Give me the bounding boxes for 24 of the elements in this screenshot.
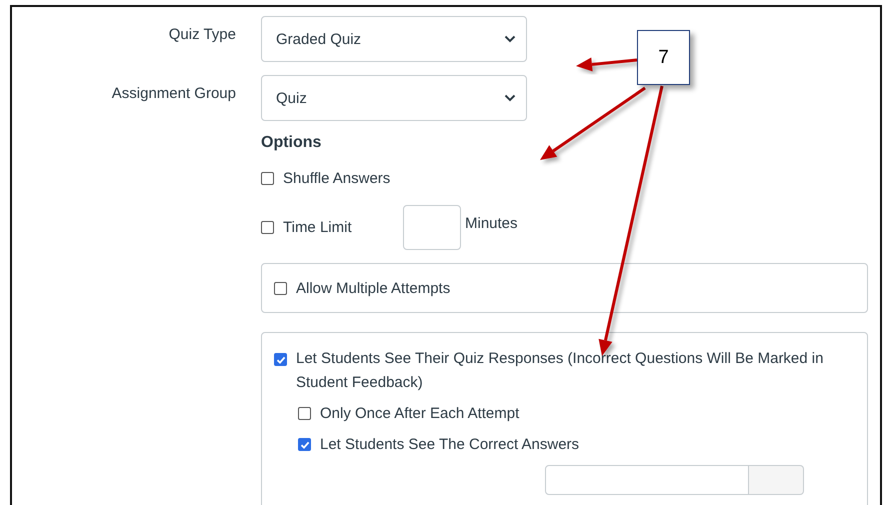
checkbox[interactable] — [274, 282, 287, 294]
dropdown[interactable]: Quiz — [261, 75, 527, 121]
chevron-down-icon — [504, 35, 516, 43]
checkbox-label: Time Limit — [283, 219, 352, 236]
checkbox-label: Allow Multiple Attempts — [296, 280, 450, 296]
field-label: Quiz Type — [168, 25, 236, 43]
checkbox-label: Shuffle Answers — [283, 170, 390, 187]
date-input[interactable] — [545, 465, 749, 495]
annotation-arrow — [576, 57, 638, 72]
checkbox[interactable] — [274, 353, 287, 366]
checkbox[interactable] — [298, 438, 311, 451]
checkbox[interactable] — [298, 407, 311, 420]
callout-number: 7 — [637, 30, 690, 85]
checkbox-label: Only Once After Each Attempt — [320, 405, 520, 422]
unit-label: Minutes — [465, 215, 518, 232]
minutes-input[interactable] — [403, 205, 461, 250]
chevron-down-icon — [504, 94, 516, 102]
checkbox-label: Let Students See Their Quiz Responses (Incorrect Questions Will Be Marked in Student Feedback) — [296, 349, 824, 393]
section-heading: Options — [261, 134, 322, 152]
checkbox[interactable] — [261, 221, 274, 234]
checkbox[interactable] — [261, 172, 274, 185]
field-label: Assignment Group — [110, 84, 236, 102]
checkbox-label: Let Students See The Correct Answers — [320, 436, 580, 453]
dropdown[interactable]: Graded Quiz — [261, 16, 527, 62]
